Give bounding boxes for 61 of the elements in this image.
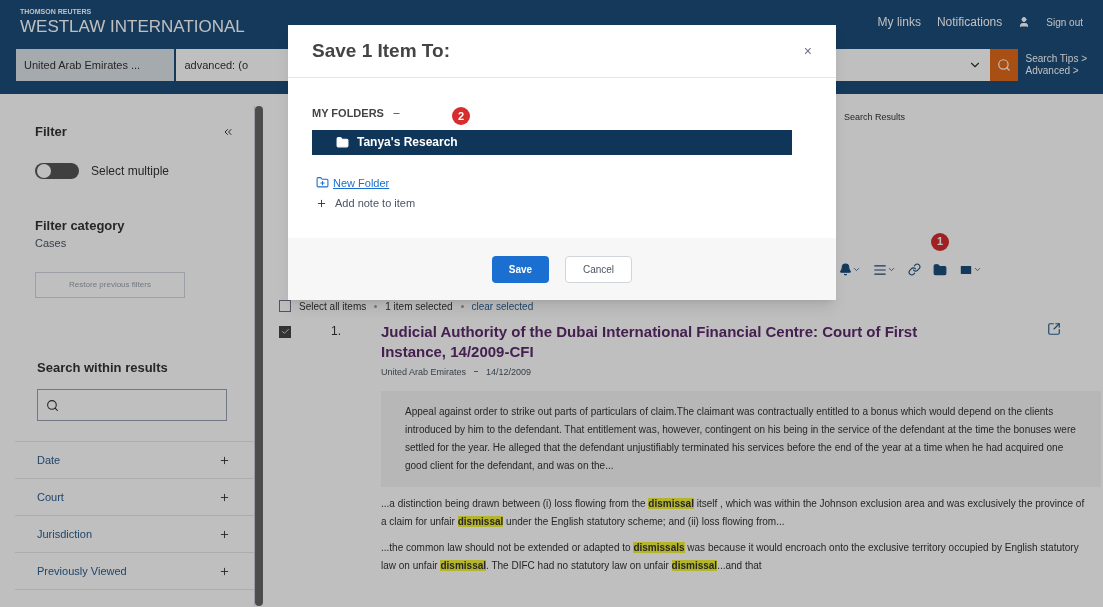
- user-icon: [1018, 16, 1031, 28]
- result-number: 1.: [331, 322, 342, 340]
- new-folder-icon: [316, 176, 329, 190]
- result-title[interactable]: Judicial Authority of the Dubai International Financial Centre: Court of First Instance, 14/2009-CFI: [381, 321, 961, 362]
- search-within-field[interactable]: [37, 389, 227, 421]
- toggle-switch[interactable]: [35, 162, 79, 179]
- facet-item[interactable]: Jurisdiction: [15, 516, 254, 553]
- preview-icon[interactable]: [1047, 321, 1061, 336]
- new-folder-link[interactable]: New Folder: [333, 174, 390, 191]
- save-button[interactable]: Save: [492, 255, 549, 283]
- jurisdiction-selector[interactable]: United Arab Emirates ...: [16, 49, 175, 81]
- sidebar-title: Filter: [35, 123, 67, 141]
- selection-count: 1 item selected: [385, 299, 453, 314]
- close-button[interactable]: ×: [803, 40, 812, 62]
- section-title: Filter category: [34, 216, 126, 235]
- facet-item[interactable]: Court: [15, 479, 254, 516]
- result-snippet: ...the common law should not be extended or adapted to dismissals was because it would encroach onto the exclusive territory occupied by English statutory law on unfair dismissal. The DIFC had no statutory law on unfair dismissal...and that: [381, 541, 1080, 573]
- folders-label[interactable]: MY FOLDERS: [312, 105, 384, 122]
- list-icon[interactable]: [873, 262, 887, 277]
- cancel-button[interactable]: Cancel: [565, 255, 632, 283]
- breadcrumb[interactable]: Search Results: [844, 111, 1103, 125]
- sign-out-link[interactable]: Sign out: [1046, 14, 1083, 30]
- folder-icon: [336, 135, 349, 149]
- brand-logo: WESTLAW INTERNATIONAL: [20, 17, 245, 38]
- expand-icon: [219, 454, 230, 466]
- section-title: Search within results: [36, 358, 169, 377]
- folder-icon[interactable]: [933, 262, 947, 277]
- callout-badge: 2: [452, 107, 470, 125]
- result-jurisdiction: United Arab Emirates: [381, 365, 467, 379]
- clear-selected-link[interactable]: clear selected: [471, 298, 534, 314]
- bell-icon[interactable]: [839, 263, 852, 276]
- search-icon: [46, 398, 59, 412]
- result-snippet: ...a distinction being drawn between (i) loss flowing from the dismissal itself , which was within the Johnson exclusion area and was exclusively the province of a claim for unfair dismissal under the English statutory scheme; and (ii) loss flowing from...: [381, 497, 1086, 529]
- folder-row[interactable]: Tanya's Research: [312, 129, 792, 155]
- toggle-label: Select multiple: [91, 162, 170, 180]
- facet-item[interactable]: Date: [15, 442, 254, 479]
- select-all-link[interactable]: Select all items: [299, 298, 367, 314]
- scrollbar[interactable]: [255, 106, 263, 606]
- expand-icon: [219, 491, 230, 503]
- result-summary: Appeal against order to strike out parts of particulars of claim.The claimant was contractually entitled to a bonus which would depend on the clients introduced by him to the defendant. That entitlement was, however, contingent on his being in the service of the defendant at the time the bonuses were settled for the year. He alleged that the defendant unjustifiably terminated his services before the end of the year at a time when he had acquired one good client for the defendant, and was on the...: [381, 391, 1101, 487]
- caret-icon[interactable]: [852, 265, 861, 274]
- plus-icon: [316, 197, 327, 209]
- caret-icon[interactable]: [887, 265, 896, 274]
- category-label: Cases: [34, 236, 68, 251]
- check-icon: [280, 327, 290, 336]
- nav-link[interactable]: My links: [877, 13, 921, 31]
- search-icon: [996, 58, 1011, 72]
- search-tips-link[interactable]: Advanced >: [1025, 65, 1087, 77]
- expand-icon: [219, 528, 230, 540]
- caret-icon[interactable]: [973, 265, 982, 274]
- result-date: 14/12/2009: [486, 365, 532, 379]
- select-all-checkbox[interactable]: [279, 300, 291, 312]
- link-icon[interactable]: [908, 263, 921, 276]
- search-tips-link[interactable]: Search Tips >: [1025, 53, 1087, 65]
- add-note-link[interactable]: Add note to item: [335, 195, 416, 212]
- result-checkbox[interactable]: [279, 325, 291, 338]
- callout-badge: 1: [931, 232, 949, 251]
- facet-item[interactable]: Previously Viewed: [15, 553, 254, 590]
- nav-link[interactable]: Notifications: [936, 13, 1003, 31]
- dialog-title: Save 1 Item To:: [312, 38, 450, 63]
- expand-icon: [219, 565, 230, 577]
